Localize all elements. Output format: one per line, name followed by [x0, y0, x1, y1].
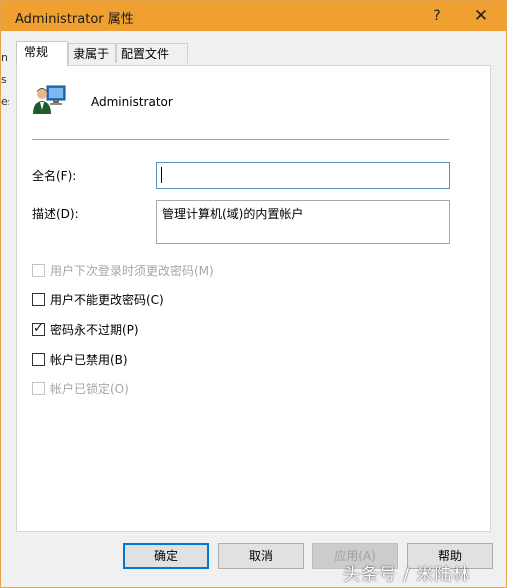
checkbox-box[interactable]: ✓	[32, 321, 45, 336]
window-title: Administrator 属性	[15, 12, 134, 27]
description-input[interactable]: 管理计算机(域)的内置帐户	[156, 200, 450, 244]
checkbox-label[interactable]: 帐户已禁用(B)	[50, 352, 128, 368]
description-label: 描述(D):	[32, 207, 79, 221]
checkbox-box	[32, 382, 45, 395]
tab-general[interactable]: 常规	[16, 41, 68, 66]
general-tab-panel: Administrator 全名(F): 描述(D): 管理计算机(域)的内置帐…	[16, 65, 491, 532]
checkbox-box	[32, 264, 45, 277]
fullname-input[interactable]	[156, 162, 450, 189]
text-caret	[161, 167, 162, 183]
checkmark-icon: ✓	[33, 321, 44, 336]
properties-dialog: Administrator 属性 ? ✕ ni s es 常规 隶属于 配置文件…	[0, 0, 507, 588]
checkbox-label[interactable]: 密码永不过期(P)	[50, 322, 139, 338]
close-icon[interactable]: ✕	[459, 1, 503, 31]
help-icon[interactable]: ?	[415, 1, 459, 31]
checkbox-label[interactable]: 用户不能更改密码(C)	[50, 292, 164, 308]
user-account-icon	[33, 85, 66, 114]
checkbox-box[interactable]	[32, 353, 45, 366]
checkbox-box[interactable]	[32, 293, 45, 306]
checkbox-label: 帐户已锁定(O)	[50, 382, 129, 396]
background-window-edge: ni s es	[1, 47, 9, 117]
title-bar[interactable]: Administrator 属性 ? ✕	[1, 1, 506, 31]
checkbox-label: 用户下次登录时须更改密码(M)	[50, 264, 214, 278]
tab-member-of[interactable]: 隶属于	[68, 43, 116, 63]
tab-profile[interactable]: 配置文件	[116, 43, 188, 63]
cancel-button[interactable]: 取消	[218, 543, 304, 569]
user-name: Administrator	[91, 95, 173, 109]
edge-text: s	[1, 73, 7, 86]
watermark: 头条号 / 米陆林	[343, 565, 471, 585]
edge-text: ni	[1, 51, 9, 64]
fullname-label: 全名(F):	[32, 169, 77, 183]
divider	[32, 139, 449, 140]
ok-button[interactable]: 确定	[123, 543, 209, 569]
edge-text: es	[1, 95, 9, 108]
